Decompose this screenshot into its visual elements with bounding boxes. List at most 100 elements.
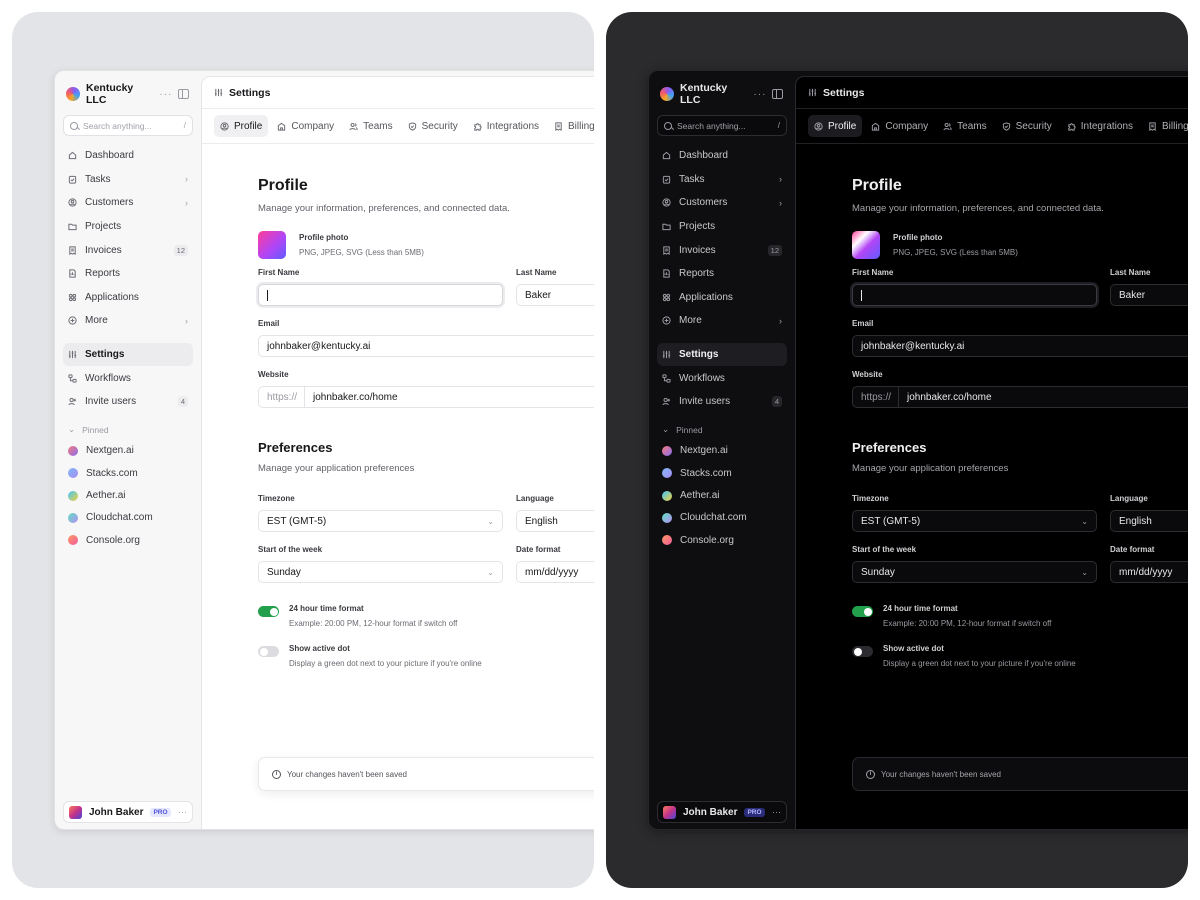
tab-profile[interactable]: Profile (808, 115, 863, 137)
date-format-select[interactable]: mm/dd/yyyy (516, 561, 594, 583)
pinned-item-console-org[interactable]: Console.org (657, 529, 787, 551)
email-field[interactable]: johnbaker@kentucky.ai (258, 335, 594, 357)
pinned-item-nextgen-ai[interactable]: Nextgen.ai (657, 440, 787, 462)
language-select[interactable]: English (1110, 510, 1188, 532)
pinned-item-cloudchat-com[interactable]: Cloudchat.com (63, 507, 193, 529)
pinned-item-label: Nextgen.ai (86, 445, 134, 457)
last-name-field[interactable]: Baker (1110, 284, 1188, 306)
chevron-down-icon: ⌄ (1081, 516, 1088, 526)
first-name-field[interactable] (852, 284, 1097, 306)
tab-teams[interactable]: Teams (343, 115, 398, 137)
sidebar-item-customers[interactable]: Customers › (63, 191, 193, 215)
sidebar-item-dashboard[interactable]: Dashboard (657, 144, 787, 168)
tab-label: Billing (568, 120, 594, 132)
pinned-item-stacks-com[interactable]: Stacks.com (657, 462, 787, 484)
pinned-item-aether-ai[interactable]: Aether.ai (63, 484, 193, 506)
sidebar: Kentucky LLC ··· Search anything... / Da… (649, 71, 795, 829)
sidebar-item-more[interactable]: More › (657, 309, 787, 333)
date-format-select[interactable]: mm/dd/yyyy (1110, 561, 1188, 583)
language-select[interactable]: English (516, 510, 594, 532)
tab-company[interactable]: Company (865, 115, 934, 137)
pinned-item-nextgen-ai[interactable]: Nextgen.ai (63, 440, 193, 462)
tab-company[interactable]: Company (271, 115, 340, 137)
sidebar-item-tasks[interactable]: Tasks › (63, 168, 193, 192)
tab-teams[interactable]: Teams (937, 115, 992, 137)
tab-integrations[interactable]: Integrations (1061, 115, 1139, 137)
sidebar-toggle-icon[interactable] (178, 89, 189, 99)
sidebar-item-invoices[interactable]: Invoices 12 (63, 238, 193, 262)
tab-integrations[interactable]: Integrations (467, 115, 545, 137)
report-icon (68, 269, 77, 278)
last-name-field[interactable]: Baker (516, 284, 594, 306)
sidebar-item-invite-users[interactable]: Invite users 4 (63, 390, 193, 414)
sidebar-item-reports[interactable]: Reports (657, 262, 787, 286)
sidebar-item-label: Reports (679, 268, 715, 280)
search-bar[interactable]: Search anything... / (657, 115, 787, 136)
search-input[interactable]: Search anything... (83, 121, 179, 131)
website-field[interactable]: https:// johnbaker.co/home (258, 386, 594, 408)
week-start-select[interactable]: Sunday ⌄ (258, 561, 503, 583)
workspace-logo (66, 87, 80, 101)
email-field[interactable]: johnbaker@kentucky.ai (852, 335, 1188, 357)
sidebar-item-settings[interactable]: Settings (63, 342, 193, 367)
tab-billing[interactable]: Billing (1142, 115, 1188, 137)
user-more-icon[interactable]: ··· (772, 807, 781, 817)
week-start-select[interactable]: Sunday ⌄ (852, 561, 1097, 583)
pinned-item-cloudchat-com[interactable]: Cloudchat.com (657, 507, 787, 529)
workspace-more-icon[interactable]: ··· (159, 89, 172, 100)
avatar (69, 805, 82, 819)
project-logo-icon (68, 445, 78, 456)
pinned-item-aether-ai[interactable]: Aether.ai (657, 484, 787, 506)
pinned-item-stacks-com[interactable]: Stacks.com (63, 462, 193, 484)
workspace-switcher[interactable]: Kentucky LLC ··· (63, 71, 193, 117)
sidebar-item-settings[interactable]: Settings (657, 342, 787, 367)
first-name-field[interactable] (258, 284, 503, 306)
active-dot-toggle[interactable] (852, 646, 873, 657)
pinned-item-console-org[interactable]: Console.org (63, 529, 193, 551)
toast-text: Your changes haven't been saved (287, 769, 407, 779)
profile-photo[interactable] (852, 231, 880, 259)
pinned-header[interactable]: ⌄ Pinned (63, 420, 193, 440)
time-format-toggle[interactable] (258, 606, 279, 617)
user-menu[interactable]: John Baker PRO ··· (657, 801, 787, 823)
sidebar-item-tasks[interactable]: Tasks › (657, 168, 787, 192)
search-bar[interactable]: Search anything... / (63, 115, 193, 136)
sidebar-item-invite-users[interactable]: Invite users 4 (657, 390, 787, 414)
tab-security[interactable]: Security (996, 115, 1058, 137)
workspace-more-icon[interactable]: ··· (753, 89, 766, 100)
nav-main: Dashboard Tasks › Customers › Projects Invoice… (63, 144, 193, 333)
sidebar-item-projects[interactable]: Projects (657, 215, 787, 239)
sidebar-toggle-icon[interactable] (772, 89, 783, 99)
user-menu[interactable]: John Baker PRO ··· (63, 801, 193, 823)
website-label: Website (258, 370, 289, 379)
home-icon (662, 151, 671, 160)
profile-subtitle: Manage your information, preferences, an… (852, 203, 1104, 214)
sidebar-item-customers[interactable]: Customers › (657, 191, 787, 215)
chevron-down-icon: ⌄ (68, 424, 76, 435)
user-more-icon[interactable]: ··· (178, 807, 187, 817)
sidebar-item-invoices[interactable]: Invoices 12 (657, 238, 787, 262)
profile-photo[interactable] (258, 231, 286, 259)
pinned-header[interactable]: ⌄ Pinned (657, 420, 787, 440)
sidebar-item-dashboard[interactable]: Dashboard (63, 144, 193, 168)
sidebar-item-workflows[interactable]: Workflows (63, 366, 193, 390)
tab-billing[interactable]: Billing (548, 115, 594, 137)
website-field[interactable]: https:// johnbaker.co/home (852, 386, 1188, 408)
sidebar-item-projects[interactable]: Projects (63, 215, 193, 239)
workspace-switcher[interactable]: Kentucky LLC ··· (657, 71, 787, 117)
sidebar-item-applications[interactable]: Applications (657, 286, 787, 310)
pinned-title: Pinned (82, 424, 109, 435)
timezone-select[interactable]: EST (GMT-5) ⌄ (258, 510, 503, 532)
clipboard-check-icon (662, 175, 671, 184)
active-dot-toggle[interactable] (258, 646, 279, 657)
sidebar-item-applications[interactable]: Applications (63, 286, 193, 310)
timezone-select[interactable]: EST (GMT-5) ⌄ (852, 510, 1097, 532)
time-format-toggle[interactable] (852, 606, 873, 617)
active-dot-title: Show active dot (289, 644, 350, 653)
tab-security[interactable]: Security (402, 115, 464, 137)
sidebar-item-reports[interactable]: Reports (63, 262, 193, 286)
sidebar-item-workflows[interactable]: Workflows (657, 366, 787, 390)
sidebar-item-more[interactable]: More › (63, 309, 193, 333)
tab-profile[interactable]: Profile (214, 115, 269, 137)
search-input[interactable]: Search anything... (677, 121, 773, 131)
